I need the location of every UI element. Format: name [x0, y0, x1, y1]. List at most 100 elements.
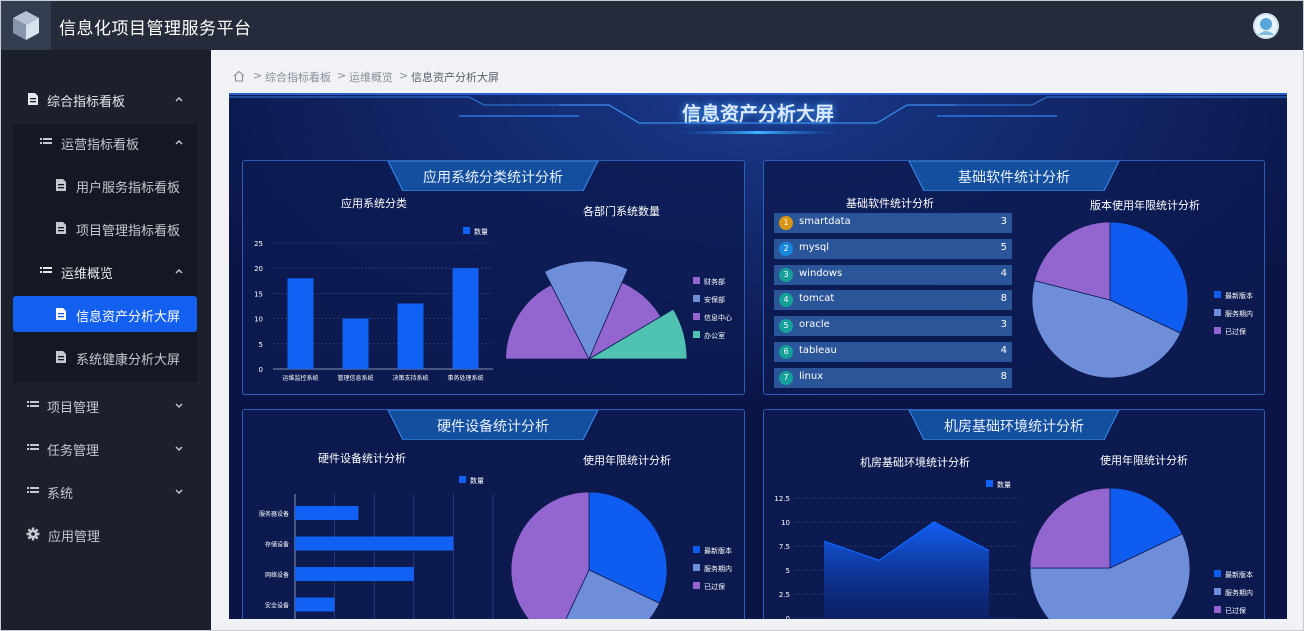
sidebar-item-info-asset-screen[interactable]: 信息资产分析大屏 — [13, 296, 197, 332]
bar — [295, 536, 454, 551]
rank-badge: 3 — [779, 267, 793, 282]
sidebar-item-app-management[interactable]: 应用管理 — [13, 516, 197, 552]
software-name: windows — [799, 267, 843, 279]
sidebar-item-project-management-dashboard[interactable]: 项目管理指标看板 — [13, 210, 197, 246]
legend-label: 已过保 — [1225, 327, 1246, 336]
sidebar-item-label: 运营指标看板 — [61, 138, 140, 153]
x-tick-label: 决策支持系统 — [392, 374, 428, 382]
panel-base-software: 基础软件统计分析 基础软件统计分析 版本使用年限统计分析 1 smartdata 3… — [763, 160, 1265, 395]
breadcrumb-separator: > — [253, 69, 263, 82]
sidebar-item-label: 项目管理指标看板 — [76, 224, 181, 239]
sidebar-item-system[interactable]: 系统 — [13, 473, 197, 509]
rank-badge: 7 — [779, 370, 793, 385]
breadcrumb-separator: > — [399, 69, 409, 82]
legend-swatch — [1214, 570, 1221, 577]
chart-title: 使用年限统计分析 — [583, 454, 671, 467]
list-icon — [40, 267, 52, 273]
breadcrumb-item[interactable]: 运维概览 — [349, 69, 393, 85]
sidebar-item-label: 应用管理 — [48, 530, 101, 545]
home-icon[interactable] — [233, 70, 245, 82]
list-item: 7 linux 8 — [774, 367, 1012, 388]
chart-title: 应用系统分类 — [341, 197, 407, 210]
y-tick-label: 安全设备 — [265, 602, 289, 610]
legend-swatch — [693, 582, 700, 589]
logo[interactable] — [1, 1, 51, 50]
list-item: 3 windows 4 — [774, 264, 1012, 285]
list-item: 4 tomcat 8 — [774, 290, 1012, 311]
bar — [287, 278, 314, 369]
sidebar-item-task-management[interactable]: 任务管理 — [13, 430, 197, 466]
bar — [295, 506, 359, 520]
breadcrumb-item[interactable]: 综合指标看板 — [265, 69, 331, 85]
sidebar-item-label: 用户服务指标看板 — [76, 181, 181, 196]
document-icon — [28, 93, 38, 105]
rank-badge: 1 — [779, 216, 793, 230]
screen-title: 信息资产分析大屏 — [681, 103, 834, 125]
chart-title: 版本使用年限统计分析 — [1090, 199, 1200, 212]
panel-hardware: 硬件设备统计分析 硬件设备统计分析 使用年限统计分析 服务器设备 存储设备 网络设备… — [242, 409, 745, 619]
legend-swatch — [1214, 309, 1221, 316]
y-tick-label: 7.5 — [779, 543, 790, 551]
chevron-down-icon — [175, 446, 183, 451]
software-list: 1 smartdata 3 2 mysql 5 3 windows 4 4 tomcat 8 5 orac… — [764, 213, 1024, 393]
legend-swatch — [693, 331, 700, 338]
sidebar-item-label: 信息资产分析大屏 — [76, 310, 181, 325]
legend-label: 已过保 — [1225, 606, 1246, 615]
software-name: tableau — [799, 345, 837, 356]
software-count: 8 — [1000, 370, 1007, 382]
software-name: mysql — [799, 241, 829, 253]
sidebar-item-label: 系统健康分析大屏 — [76, 353, 181, 368]
legend-swatch — [693, 295, 700, 302]
software-count: 3 — [1000, 216, 1007, 227]
list-item: 2 mysql 5 — [774, 238, 1012, 259]
document-icon — [56, 179, 66, 191]
legend-swatch — [459, 476, 466, 483]
chevron-up-icon — [175, 269, 183, 274]
document-icon — [56, 351, 66, 363]
legend-label: 数量 — [470, 476, 484, 485]
panel-room-environment: 机房基础环境统计分析 机房基础环境统计分析 使用年限统计分析 0 2.5 5 7.5 1… — [763, 409, 1265, 619]
sidebar-item-user-service-dashboard[interactable]: 用户服务指标看板 — [13, 167, 197, 203]
y-tick-label: 5 — [786, 567, 790, 575]
panel-title: 机房基础环境统计分析 — [944, 419, 1084, 435]
legend-swatch — [986, 480, 993, 487]
legend-swatch — [463, 227, 470, 234]
rank-badge: 5 — [779, 319, 793, 334]
sidebar-item-label: 运维概览 — [61, 267, 114, 282]
legend-label: 服务期内 — [1225, 309, 1253, 318]
legend-swatch — [1214, 588, 1221, 595]
list-icon — [27, 487, 39, 493]
pie-slice — [1029, 487, 1111, 569]
user-avatar[interactable] — [1253, 13, 1279, 39]
y-tick-label: 12.5 — [774, 495, 790, 503]
main-content: > 综合指标看板 > 运维概览 > 信息资产分析大屏 信息资产分析大屏 应用系统… — [211, 50, 1303, 630]
top-bar: 信息化项目管理服务平台 — [1, 1, 1303, 50]
document-icon — [56, 308, 66, 320]
legend-label: 信息中心 — [704, 313, 732, 322]
list-item: 6 tableau 4 — [774, 342, 1012, 362]
chart-title: 硬件设备统计分析 — [318, 452, 406, 465]
legend-label: 数量 — [474, 227, 488, 236]
sidebar-item-system-health-screen[interactable]: 系统健康分析大屏 — [13, 339, 197, 375]
chart-title: 各部门系统数量 — [583, 205, 660, 218]
chevron-down-icon — [175, 403, 183, 408]
sidebar-item-project-management[interactable]: 项目管理 — [13, 387, 197, 423]
breadcrumb-item-current: 信息资产分析大屏 — [411, 71, 499, 84]
sidebar-item-operations-dashboard[interactable]: 运营指标看板 — [13, 124, 197, 160]
y-tick-label: 0 — [786, 615, 790, 619]
legend-swatch — [693, 277, 700, 284]
list-icon — [27, 401, 39, 407]
sidebar-item-label: 系统 — [47, 487, 74, 502]
chart-title: 机房基础环境统计分析 — [860, 456, 970, 469]
x-tick-label: 运维监控系统 — [282, 374, 318, 382]
pie-chart-hardware-years: 最新版本服务期内已过保 — [510, 491, 732, 619]
bar-chart-app-types: 0 5 10 15 20 25 运维监控系统 管理信息系统 决策支持系统 事务处理系统 数量 — [254, 227, 493, 382]
sidebar-item-dashboard[interactable]: 综合指标看板 — [13, 81, 197, 117]
sidebar-item-ops-overview[interactable]: 运维概览 — [13, 253, 197, 289]
document-icon — [56, 222, 66, 234]
y-tick-label: 0 — [259, 366, 263, 374]
legend-label: 数量 — [997, 480, 1011, 489]
software-count: 5 — [1000, 241, 1007, 253]
panel-title: 硬件设备统计分析 — [437, 419, 549, 435]
pie-chart-departments: 财务部安保部信息中心办公室 — [505, 260, 732, 360]
